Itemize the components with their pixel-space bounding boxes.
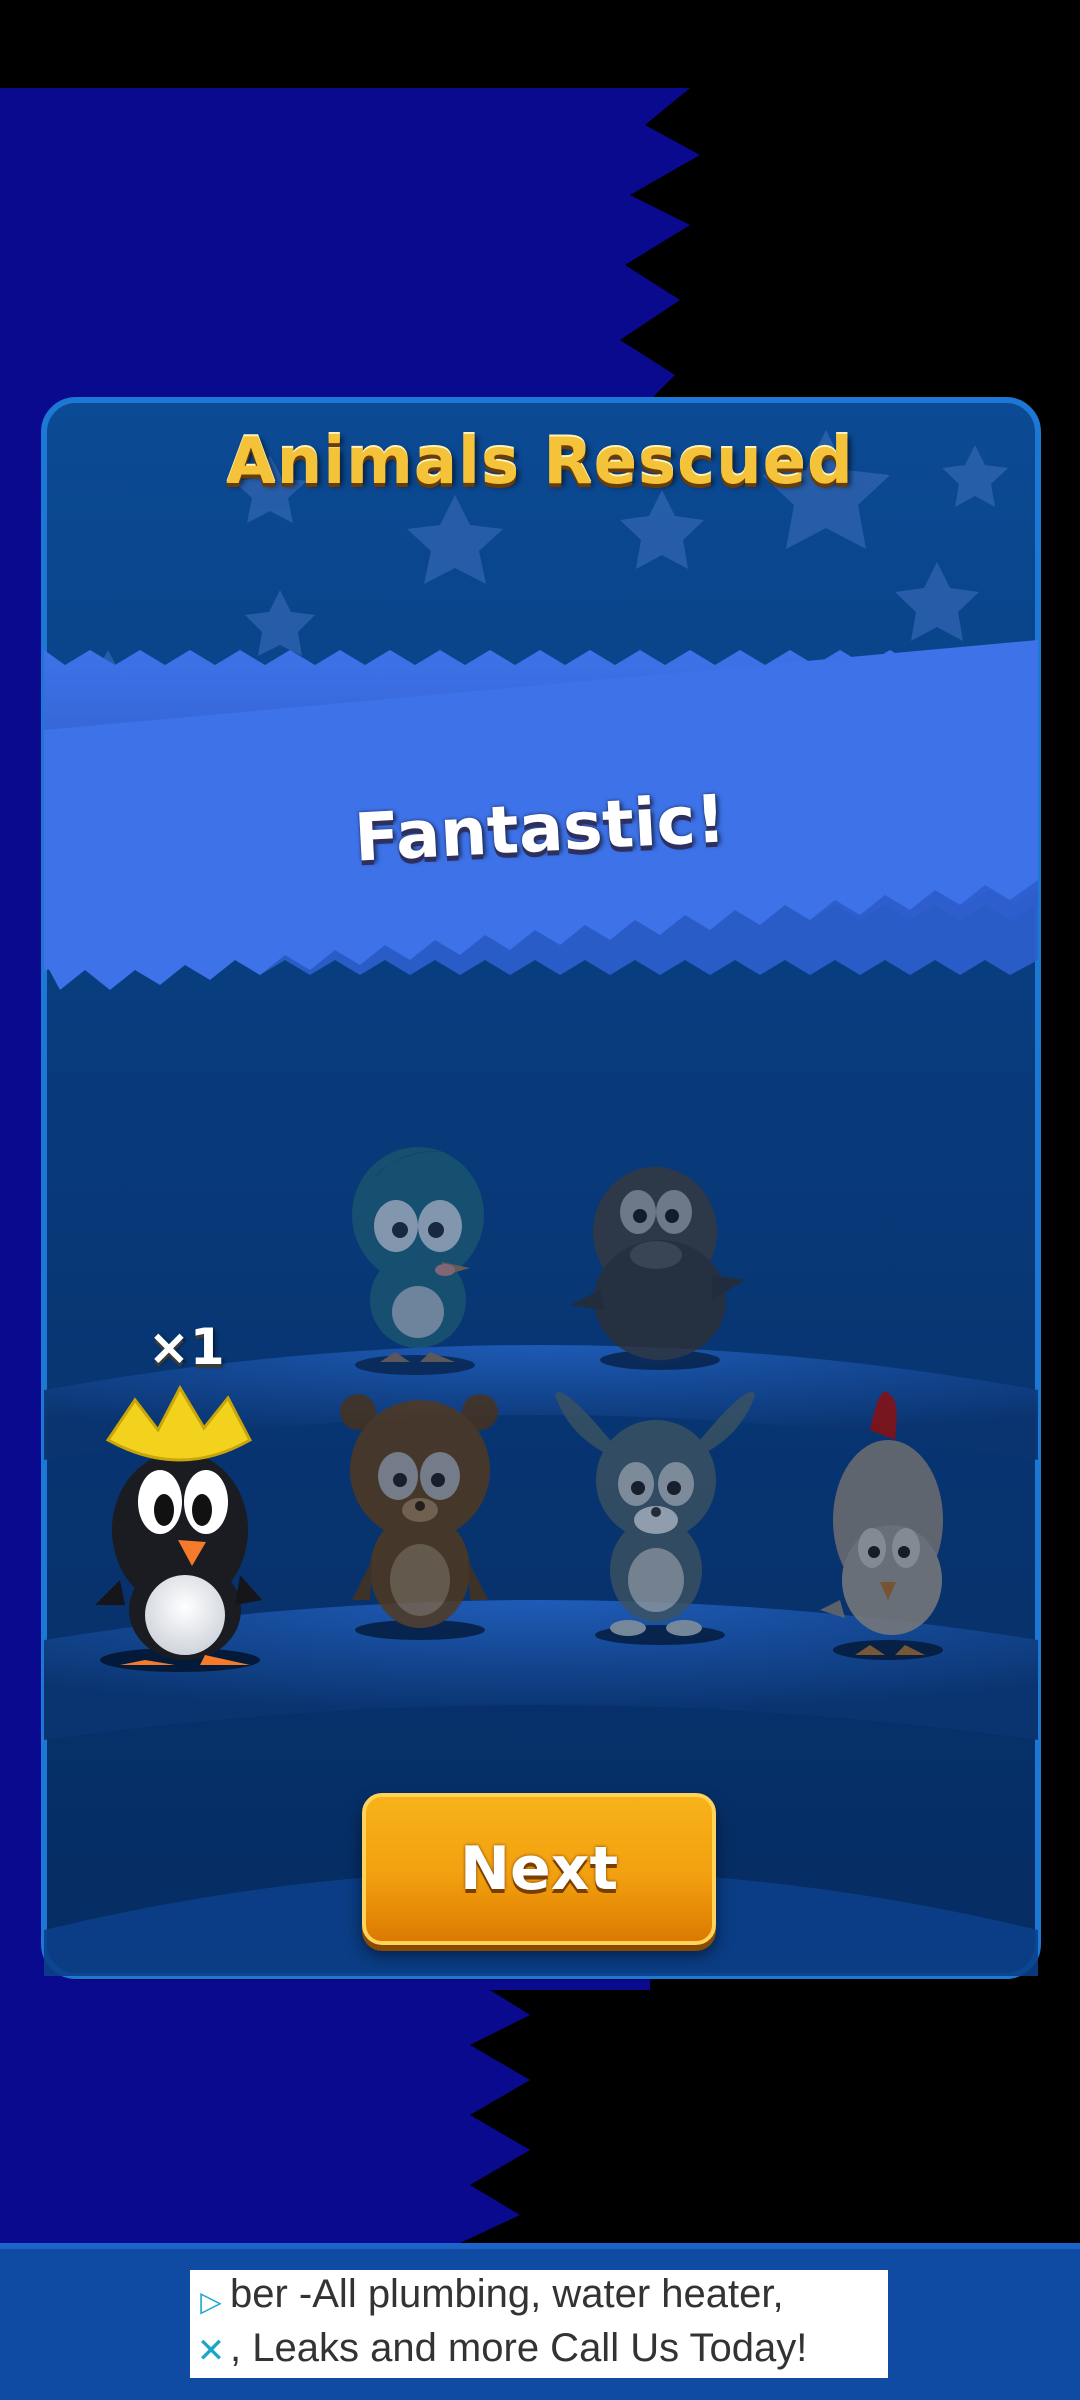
- next-button[interactable]: Next: [362, 1793, 716, 1945]
- result-panel: [41, 397, 1041, 1979]
- close-icon[interactable]: ✕: [194, 2331, 228, 2371]
- next-button-label: Next: [459, 1834, 619, 1904]
- ad-text-line-2[interactable]: , Leaks and more Call Us Today!: [230, 2326, 807, 2371]
- ad-content[interactable]: ▷ ✕ ber -All plumbing, water heater, , L…: [190, 2270, 888, 2378]
- panel-title: Animals Rescued: [226, 425, 854, 499]
- ad-text-line-1[interactable]: ber -All plumbing, water heater,: [230, 2272, 784, 2317]
- game-scene: [0, 0, 1080, 2400]
- rescue-counter: ×1: [148, 1318, 225, 1376]
- adchoices-play-icon[interactable]: ▷: [194, 2284, 228, 2318]
